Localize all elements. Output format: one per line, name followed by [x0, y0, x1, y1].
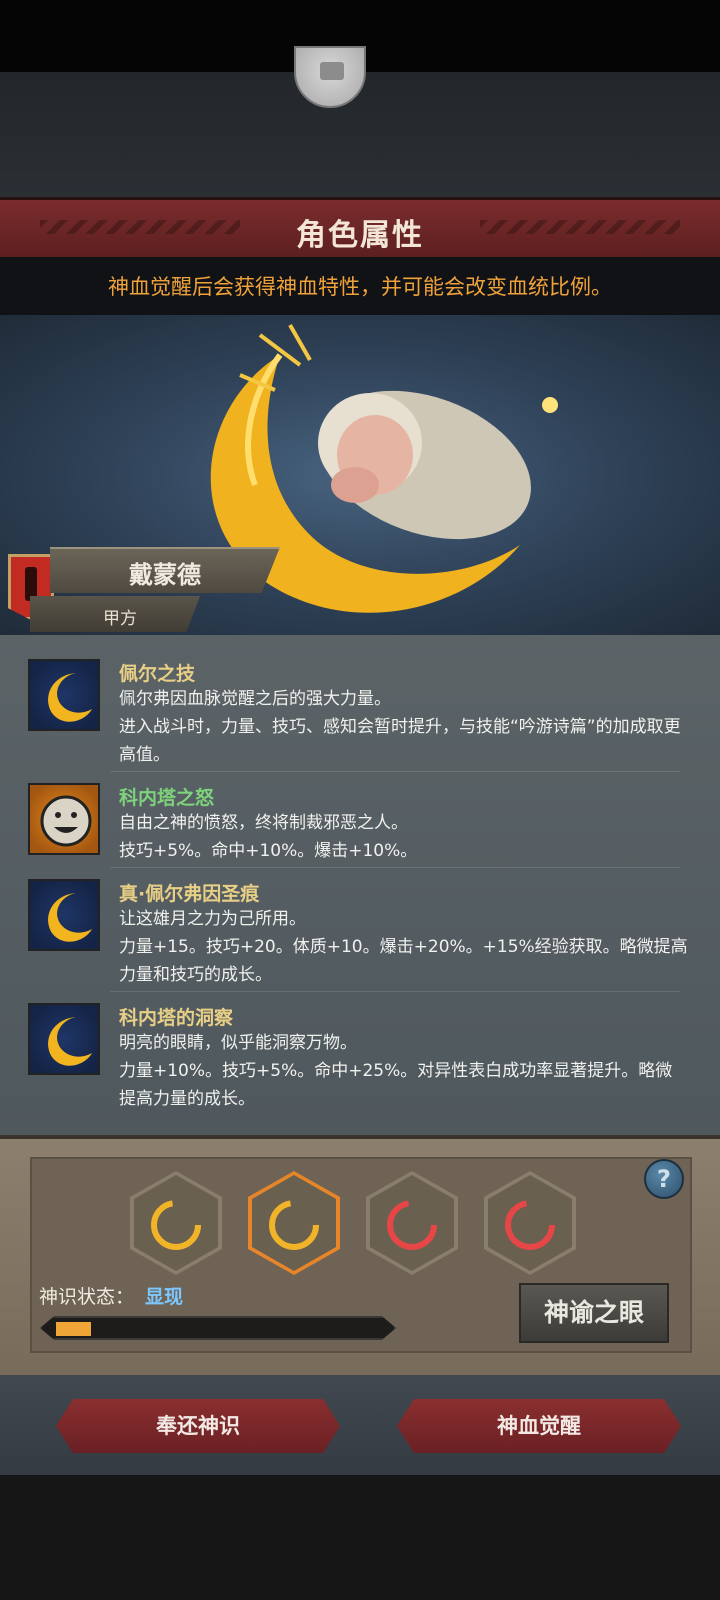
faction-label: 甲方: [103, 609, 137, 629]
crescent-moon-icon: [28, 1003, 100, 1075]
trait-name: 佩尔之技: [119, 663, 196, 685]
progress-fill: [56, 1322, 91, 1336]
bottom-empty-area: [0, 1475, 720, 1600]
trait-desc: 明亮的眼睛，似乎能洞察万物。 力量+10%。技巧+5%。命中+25%。对异性表白…: [119, 1033, 673, 1109]
name-plate: 戴蒙德: [0, 547, 285, 597]
crescent-moon-icon: [28, 879, 100, 951]
trait-list[interactable]: 佩尔之技 佩尔弗因血脉觉醒之后的强大力量。 进入战斗时，力量、技巧、感知会暂时提…: [0, 635, 720, 1135]
crescent-moon-icon: [28, 659, 100, 731]
trait-name: 科内塔的洞察: [119, 1007, 234, 1029]
divine-slot-4[interactable]: [484, 1171, 576, 1275]
character-name: 戴蒙德: [129, 561, 201, 589]
divine-slot-3[interactable]: [366, 1171, 458, 1275]
trait-name: 科内塔之怒: [119, 787, 215, 809]
divine-state-label: 神识状态：: [39, 1286, 135, 1308]
trait-desc: 佩尔弗因血脉觉醒之后的强大力量。 进入战斗时，力量、技巧、感知会暂时提升，与技能…: [119, 689, 681, 765]
info-text: 神血觉醒后会获得神血特性，并可能会改变血统比例。: [108, 275, 612, 299]
trait-desc: 自由之神的愤怒，终将制裁邪恶之人。 技巧+5%。命中+10%。爆击+10%。: [119, 813, 418, 861]
title-header: 角色属性: [0, 197, 720, 257]
divine-slot-2[interactable]: [248, 1171, 340, 1275]
divine-progress-bar: [40, 1316, 396, 1340]
divine-awaken-button[interactable]: 神血觉醒: [397, 1399, 681, 1453]
action-bar: 奉还神识 神血觉醒: [0, 1375, 720, 1475]
puzzle-icon: [320, 62, 344, 80]
smiley-face-icon: [28, 783, 100, 855]
return-divine-button[interactable]: 奉还神识: [56, 1399, 340, 1453]
page-title: 角色属性: [296, 218, 424, 253]
trait-desc: 让这雄月之力为己所用。 力量+15。技巧+20。体质+10。爆击+20%。+15…: [119, 909, 688, 985]
oracle-eye-button[interactable]: 神谕之眼: [519, 1283, 669, 1343]
help-button[interactable]: ?: [644, 1159, 684, 1199]
divine-slot-1[interactable]: [130, 1171, 222, 1275]
info-banner: 神血觉醒后会获得神血特性，并可能会改变血统比例。: [0, 257, 720, 315]
trait-name: 真·佩尔弗因圣痕: [119, 883, 260, 905]
divine-state-value: 显现: [145, 1286, 184, 1308]
